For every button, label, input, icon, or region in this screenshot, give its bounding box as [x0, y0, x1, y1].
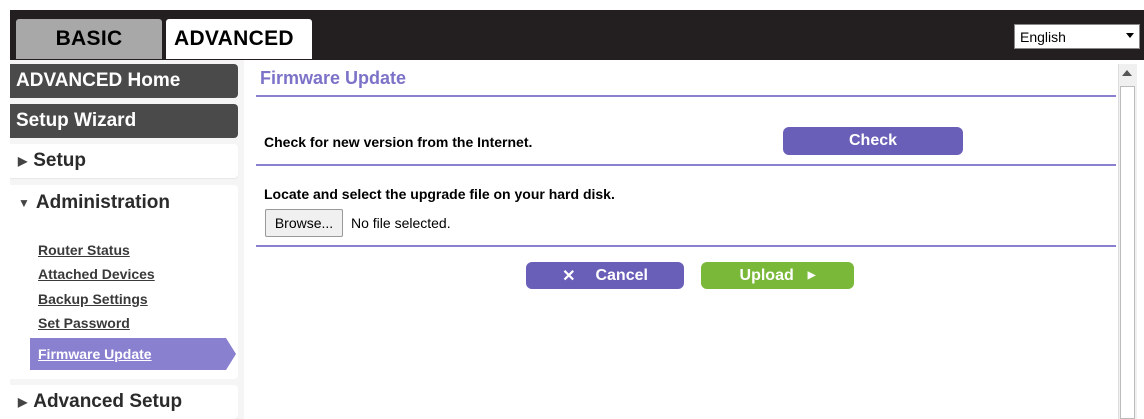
tab-advanced[interactable]: ADVANCED: [166, 19, 312, 59]
scroll-up-icon[interactable]: [1122, 70, 1132, 76]
chevron-down-icon: [1126, 33, 1134, 38]
sublink-set-password[interactable]: Set Password: [38, 315, 130, 331]
cancel-button[interactable]: ✕ Cancel: [526, 262, 684, 289]
check-label: Check for new version from the Internet.: [264, 134, 533, 150]
language-select[interactable]: English: [1014, 24, 1140, 49]
sublink-firmware-update[interactable]: Firmware Update: [30, 338, 236, 370]
triangle-right-icon: ▶: [18, 395, 28, 409]
divider: [256, 164, 1116, 166]
locate-label: Locate and select the upgrade file on yo…: [264, 186, 615, 202]
check-button[interactable]: Check: [783, 127, 963, 155]
sidebar-item-advanced-home[interactable]: ADVANCED Home: [10, 64, 238, 98]
divider: [256, 245, 1116, 247]
divider: [256, 95, 1116, 97]
triangle-right-icon: ▶: [18, 154, 28, 168]
sublink-backup-settings[interactable]: Backup Settings: [38, 291, 148, 307]
sidebar-item-label: Setup: [33, 150, 87, 171]
sublink-router-status[interactable]: Router Status: [38, 242, 130, 258]
sidebar-item-setup-wizard[interactable]: Setup Wizard: [10, 104, 238, 138]
browse-button[interactable]: Browse...: [265, 209, 343, 237]
sidebar-item-administration[interactable]: ▼ Administration: [10, 185, 238, 221]
cancel-button-label: Cancel: [595, 266, 648, 284]
page-title: Firmware Update: [260, 68, 407, 88]
sidebar-item-label: Administration: [35, 192, 170, 213]
sublink-attached-devices[interactable]: Attached Devices: [38, 266, 155, 282]
tab-basic[interactable]: BASIC: [16, 19, 162, 59]
scrollbar-thumb[interactable]: [1120, 86, 1135, 419]
upload-button-label: Upload: [739, 266, 794, 284]
sidebar-item-advanced-setup[interactable]: ▶ Advanced Setup: [10, 385, 238, 419]
sidebar-item-setup[interactable]: ▶ Setup: [10, 144, 238, 178]
main-panel: [256, 64, 1118, 419]
language-value: English: [1020, 28, 1066, 45]
triangle-down-icon: ▼: [18, 196, 30, 210]
arrow-right-icon: ▶: [807, 270, 816, 281]
sidebar-item-label: Advanced Setup: [33, 391, 183, 412]
upload-button[interactable]: Upload ▶: [701, 262, 854, 289]
close-icon: ✕: [562, 267, 576, 285]
file-status: No file selected.: [351, 215, 451, 231]
